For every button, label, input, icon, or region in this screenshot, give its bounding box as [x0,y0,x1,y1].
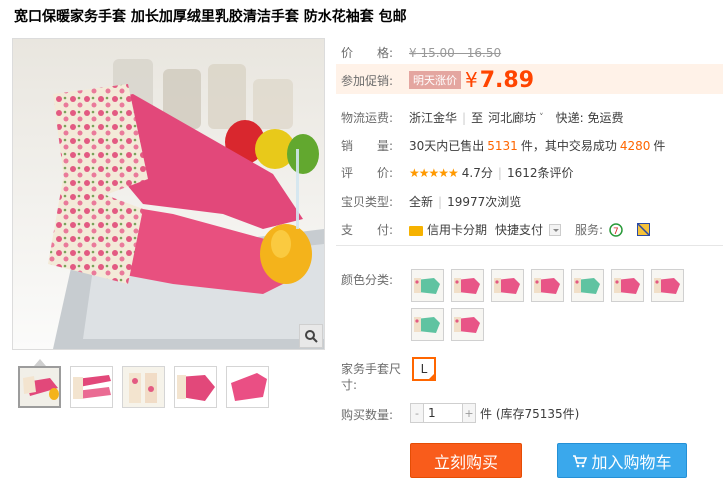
type-row: 宝贝类型: 全新 | 19977次浏览 [341,193,521,210]
buy-now-button[interactable]: 立刻购买 [410,443,522,478]
payment-row: 支 付: 信用卡分期 快捷支付 服务: 7 [341,221,651,238]
size-row: 家务手套尺寸: [341,361,409,393]
promo-price: 7.89 [479,67,535,93]
stock-info: 件 (库存75135件) [480,406,580,421]
ship-destination[interactable]: 河北廊坊 [488,109,536,126]
thumbnail-2[interactable] [70,366,113,408]
sales-mid: 件，其中交易成功 [520,139,617,153]
color-swatch[interactable] [571,269,604,302]
buy-now-label: 立刻购买 [433,452,498,472]
quantity-stepper: - + 件 (库存75135件) [410,403,579,423]
reviews-link[interactable]: 1612条评价 [507,164,574,181]
rating-separator: | [497,165,502,180]
price-label: 价 格: [341,46,394,60]
type-separator: | [438,194,443,209]
service-label: 服务: [575,223,604,237]
color-swatch[interactable] [451,308,484,341]
size-option-l[interactable]: L [412,357,436,381]
credit-card-icon [409,225,423,236]
zoom-button[interactable] [299,324,323,348]
color-swatch[interactable] [411,269,444,302]
selected-check-icon [427,372,436,381]
add-to-cart-button[interactable]: 加入购物车 [557,443,687,478]
main-product-image[interactable] [12,38,325,350]
sales-row: 销 量: 30天内已售出 5131 件，其中交易成功 4280 件 [341,137,665,154]
thumb-pointer [34,359,46,366]
color-swatch[interactable] [411,308,444,341]
quantity-label: 购买数量: [341,408,394,422]
rating-row: 评 价: ★★★★★ 4.7分 | 1612条评价 [341,164,573,181]
currency-symbol: ¥ [465,68,478,92]
color-label: 颜色分类: [341,273,394,287]
payment-label: 支 付: [341,223,394,237]
color-swatch[interactable] [451,269,484,302]
cart-icon [573,454,588,467]
quantity-minus-button[interactable]: - [410,403,424,423]
product-title: 宽口保暖家务手套 加长加厚绒里乳胶清洁手套 防水花袖套 包邮 [14,9,407,25]
rating-label: 评 价: [341,166,394,180]
shipping-fee: 快递: 免运费 [555,111,624,125]
thumbnail-3[interactable] [122,366,165,408]
ship-from: 浙江金华 [409,111,458,125]
payment-dropdown-icon[interactable] [549,223,562,236]
original-price: ¥ 15.00 - 16.50 [409,45,502,60]
thumbnail-1[interactable] [18,366,61,408]
color-row: 颜色分类: [341,271,409,288]
promo-label: 参加促销: [341,73,394,88]
thumbnail-strip [18,366,269,408]
color-swatch[interactable] [531,269,564,302]
add-to-cart-label: 加入购物车 [591,452,672,472]
promo-tag: 明天涨价 [409,71,461,89]
svg-text:7: 7 [613,227,619,237]
gloves-photo [13,39,324,349]
fast-pay-link[interactable]: 快捷支付 [495,221,543,238]
insurance-icon[interactable] [637,223,651,236]
price-row: 价 格: ¥ 15.00 - 16.50 [341,44,501,61]
type-label: 宝贝类型: [341,195,394,209]
section-divider [336,245,723,246]
sales-suffix: 件 [653,139,666,153]
promo-row: 参加促销: 明天涨价 ¥ 7.89 [341,66,534,94]
ship-separator: | [462,110,467,125]
rating-stars-icon: ★★★★★ [409,165,459,180]
type-value: 全新 [409,195,434,209]
quantity-plus-button[interactable]: + [462,403,476,423]
quantity-input[interactable] [424,403,462,423]
credit-installment-link[interactable]: 信用卡分期 [427,221,487,238]
quantity-row: 购买数量: [341,406,409,423]
sales-count: 5131 [487,138,518,153]
shipping-label: 物流运费: [341,111,394,125]
sales-label: 销 量: [341,139,394,153]
ship-to-prefix: 至 [471,111,484,125]
thumbnail-5[interactable] [226,366,269,408]
color-options [411,269,723,341]
views-count: 19977次浏览 [447,195,522,209]
magnifier-icon [305,330,318,343]
sales-prefix: 30天内已售出 [409,139,485,153]
sales-success: 4280 [619,138,651,153]
color-swatch[interactable] [651,269,684,302]
size-label: 家务手套尺寸: [341,362,402,392]
rating-score: 4.7分 [461,166,493,180]
shipping-row: 物流运费: 浙江金华 | 至 河北廊坊 ˅ 快递: 免运费 [341,109,623,126]
color-swatch[interactable] [611,269,644,302]
thumbnail-4[interactable] [174,366,217,408]
chevron-down-icon[interactable]: ˅ [539,113,544,123]
guarantee-icon[interactable]: 7 [609,222,623,237]
color-swatch[interactable] [491,269,524,302]
